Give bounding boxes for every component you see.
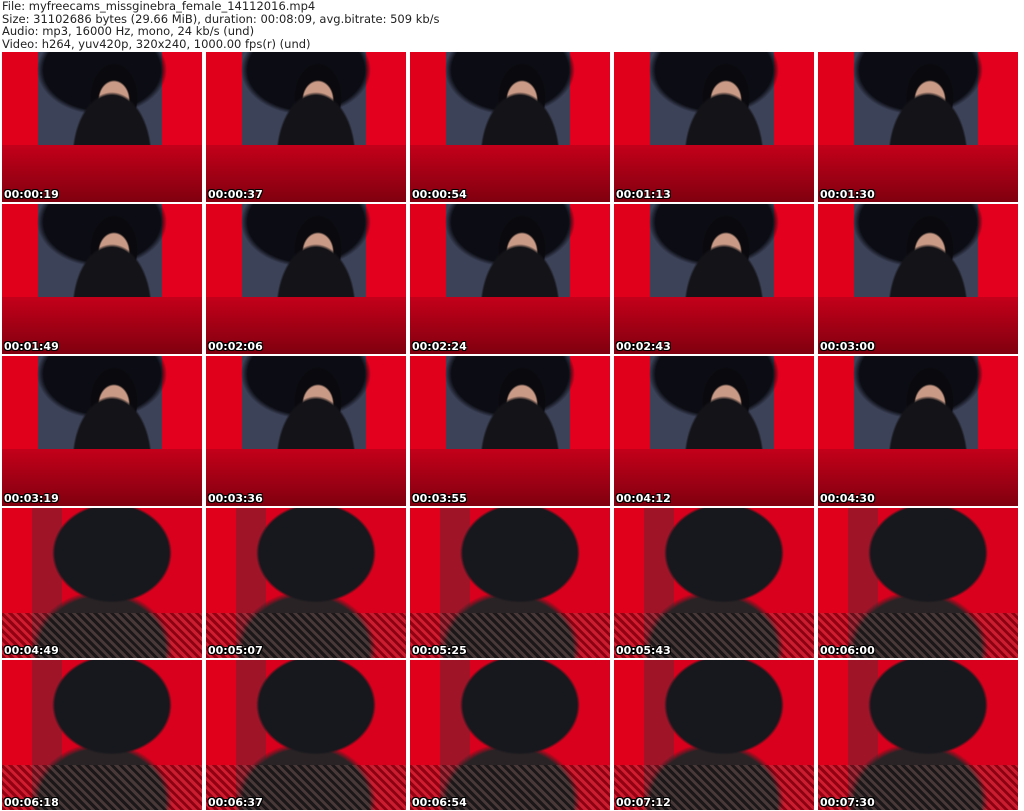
video-thumbnail: 00:03:19 <box>2 356 202 506</box>
video-thumbnail: 00:02:06 <box>206 204 406 354</box>
video-thumbnail: 00:04:49 <box>2 508 202 658</box>
video-thumbnail: 00:03:55 <box>410 356 610 506</box>
video-thumbnail: 00:01:13 <box>614 52 814 202</box>
thumbnail-grid: 00:00:19 00:00:37 00:00:54 00:01:13 00:01:30… <box>2 52 1018 810</box>
video-thumbnail: 00:02:43 <box>614 204 814 354</box>
timestamp: 00:04:49 <box>4 644 59 657</box>
timestamp: 00:01:30 <box>820 188 875 201</box>
timestamp: 00:02:24 <box>412 340 467 353</box>
timestamp: 00:04:30 <box>820 492 875 505</box>
video-thumbnail: 00:03:00 <box>818 204 1018 354</box>
video-thumbnail: 00:01:49 <box>2 204 202 354</box>
video-thumbnail: 00:00:54 <box>410 52 610 202</box>
video-thumbnail: 00:02:24 <box>410 204 610 354</box>
timestamp: 00:00:54 <box>412 188 467 201</box>
timestamp: 00:05:43 <box>616 644 671 657</box>
timestamp: 00:06:54 <box>412 796 467 809</box>
video-thumbnail: 00:01:30 <box>818 52 1018 202</box>
video-thumbnail: 00:07:12 <box>614 660 814 810</box>
video-thumbnail: 00:05:43 <box>614 508 814 658</box>
timestamp: 00:03:55 <box>412 492 467 505</box>
timestamp: 00:01:13 <box>616 188 671 201</box>
timestamp: 00:07:30 <box>820 796 875 809</box>
timestamp: 00:02:43 <box>616 340 671 353</box>
timestamp: 00:07:12 <box>616 796 671 809</box>
timestamp: 00:06:37 <box>208 796 263 809</box>
video-thumbnail: 00:00:37 <box>206 52 406 202</box>
video-thumbnail: 00:06:54 <box>410 660 610 810</box>
video-thumbnail: 00:04:30 <box>818 356 1018 506</box>
file-name: File: myfreecams_missginebra_female_1411… <box>2 0 316 13</box>
video-thumbnail: 00:05:25 <box>410 508 610 658</box>
timestamp: 00:01:49 <box>4 340 59 353</box>
video-thumbnail: 00:04:12 <box>614 356 814 506</box>
video-info: Video: h264, yuv420p, 320x240, 1000.00 f… <box>2 36 311 51</box>
video-thumbnail: 00:07:30 <box>818 660 1018 810</box>
timestamp: 00:06:00 <box>820 644 875 657</box>
file-info-header: File: myfreecams_missginebra_female_1411… <box>2 0 440 50</box>
timestamp: 00:05:07 <box>208 644 263 657</box>
video-thumbnail: 00:06:37 <box>206 660 406 810</box>
audio-info: Audio: mp3, 16000 Hz, mono, 24 kb/s (und… <box>2 24 255 38</box>
timestamp: 00:00:37 <box>208 188 263 201</box>
timestamp: 00:03:00 <box>820 340 875 353</box>
video-thumbnail: 00:06:00 <box>818 508 1018 658</box>
video-thumbnail: 00:00:19 <box>2 52 202 202</box>
timestamp: 00:04:12 <box>616 492 671 505</box>
video-thumbnail: 00:05:07 <box>206 508 406 658</box>
video-thumbnail: 00:06:18 <box>2 660 202 810</box>
video-thumbnail: 00:03:36 <box>206 356 406 506</box>
timestamp: 00:06:18 <box>4 796 59 809</box>
timestamp: 00:05:25 <box>412 644 467 657</box>
timestamp: 00:02:06 <box>208 340 263 353</box>
timestamp: 00:00:19 <box>4 188 59 201</box>
timestamp: 00:03:36 <box>208 492 263 505</box>
timestamp: 00:03:19 <box>4 492 59 505</box>
